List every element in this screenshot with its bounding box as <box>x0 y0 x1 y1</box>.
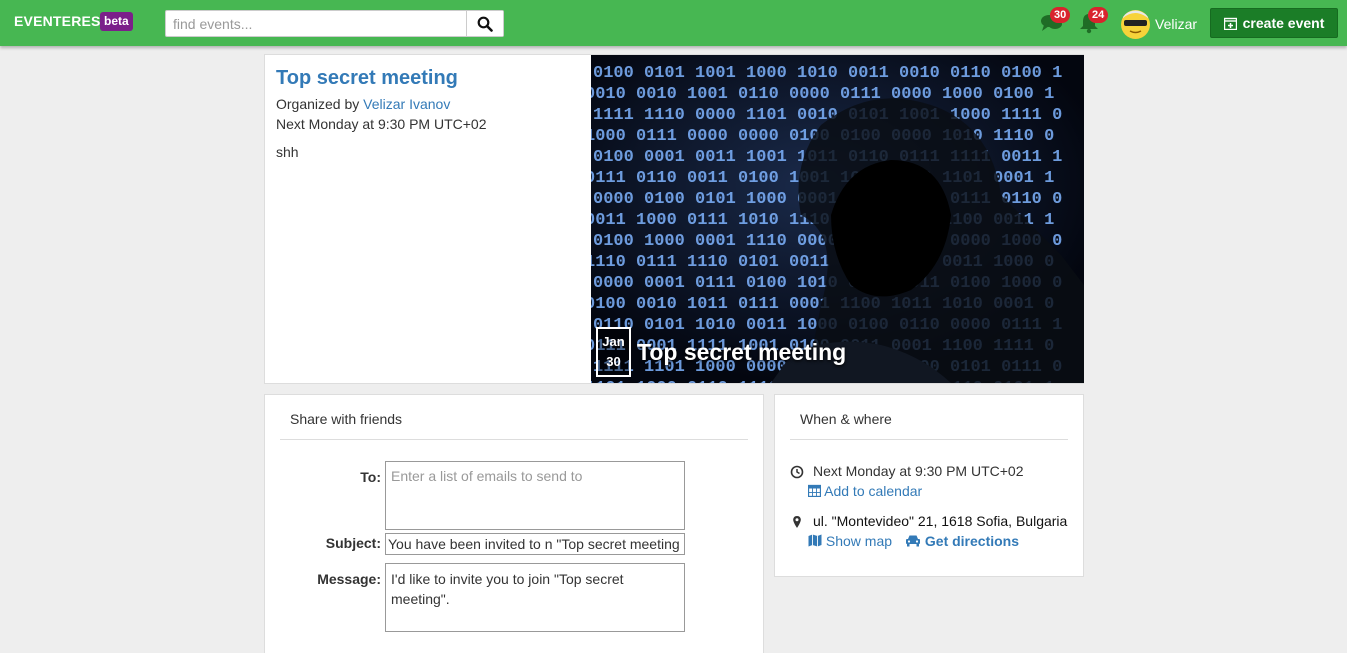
show-map-link[interactable]: Show map <box>808 533 892 549</box>
add-to-calendar-label: Add to calendar <box>824 483 923 499</box>
subject-label: Subject: <box>325 535 381 551</box>
create-event-button[interactable]: create event <box>1210 8 1338 38</box>
get-directions-label: Get directions <box>924 533 1020 549</box>
map-marker-icon <box>793 516 801 528</box>
search-box <box>165 10 504 37</box>
navbar: EVENTERES beta 30 24 <box>0 0 1347 46</box>
map-icon <box>808 534 822 547</box>
binary-row: 0010 0010 1001 0110 0000 0111 0000 1000 … <box>591 85 1054 104</box>
event-info: Top secret meeting Organized by Velizar … <box>265 55 591 383</box>
notifications-count-badge: 24 <box>1088 7 1109 23</box>
event-description: shh <box>276 144 299 160</box>
calendar-icon <box>807 484 822 498</box>
share-panel: Share with friends To: Subject: Message:… <box>264 394 764 653</box>
username-link[interactable]: Velizar <box>1155 16 1197 32</box>
avatar[interactable] <box>1121 10 1150 39</box>
add-to-calendar-link[interactable]: Add to calendar <box>807 483 923 499</box>
calendar-plus-icon <box>1223 17 1237 30</box>
when-time: Next Monday at 9:30 PM UTC+02 <box>813 463 1024 479</box>
messages-count-badge: 30 <box>1050 7 1071 23</box>
notifications-button[interactable]: 24 <box>1078 7 1109 36</box>
image-overlay: Jan 30 Top secret meeting <box>596 327 846 377</box>
event-address: ul. "Montevideo" 21, 1618 Sofia, Bulgari… <box>813 513 1068 529</box>
subject-field[interactable] <box>385 533 685 555</box>
when-where-panel: When & where Next Monday at 9:30 PM UTC+… <box>774 394 1084 577</box>
messages-button[interactable]: 30 <box>1040 7 1071 36</box>
event-cover-image: 0100 0101 1001 1000 1010 0011 0010 0110 … <box>591 55 1084 383</box>
event-card: Top secret meeting Organized by Velizar … <box>264 54 1084 384</box>
event-organizer-line: Organized by Velizar Ivanov <box>276 94 580 114</box>
get-directions-link[interactable]: Get directions <box>905 533 1019 549</box>
when-where-heading: When & where <box>790 395 1068 440</box>
organized-by-label: Organized by <box>276 96 360 112</box>
message-label: Message: <box>317 571 381 587</box>
event-time: Next Monday at 9:30 PM UTC+02 <box>276 116 487 132</box>
date-day: 30 <box>606 354 621 369</box>
date-month: Jan <box>602 334 625 349</box>
search-icon <box>477 16 493 32</box>
search-button[interactable] <box>466 11 503 36</box>
car-icon <box>906 535 920 547</box>
clock-icon <box>790 465 804 479</box>
show-map-label: Show map <box>825 533 893 549</box>
to-label: To: <box>360 469 381 485</box>
event-title[interactable]: Top secret meeting <box>276 67 580 90</box>
beta-badge: beta <box>100 12 133 31</box>
share-heading: Share with friends <box>280 395 748 440</box>
image-event-title: Top secret meeting <box>637 338 847 365</box>
date-badge: Jan 30 <box>596 327 631 377</box>
avatar-face-icon <box>1121 10 1150 39</box>
message-field[interactable]: I'd like to invite you to join "Top secr… <box>385 563 685 632</box>
to-emails-field[interactable] <box>385 461 685 530</box>
search-input[interactable] <box>166 11 467 36</box>
create-event-label: create event <box>1242 15 1325 31</box>
binary-row: 0100 0101 1001 1000 1010 0011 0010 0110 … <box>593 64 1062 83</box>
brand-logo[interactable]: EVENTERES <box>14 13 101 29</box>
organizer-link[interactable]: Velizar Ivanov <box>363 96 450 112</box>
